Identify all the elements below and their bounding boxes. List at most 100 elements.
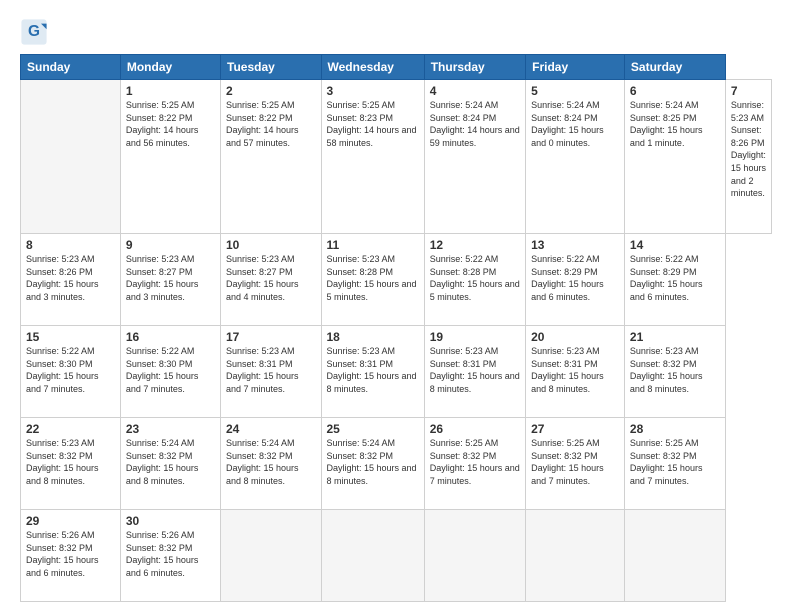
week-row-4: 29 Sunrise: 5:26 AMSunset: 8:32 PMDaylig… — [21, 510, 772, 602]
weekday-tuesday: Tuesday — [221, 55, 322, 80]
day-number: 8 — [26, 238, 115, 252]
day-cell-1-2: 10 Sunrise: 5:23 AMSunset: 8:27 PMDaylig… — [221, 234, 322, 326]
day-number: 15 — [26, 330, 115, 344]
day-cell-4-1: 30 Sunrise: 5:26 AMSunset: 8:32 PMDaylig… — [120, 510, 220, 602]
day-info: Sunrise: 5:26 AMSunset: 8:32 PMDaylight:… — [126, 529, 215, 579]
weekday-thursday: Thursday — [424, 55, 525, 80]
day-cell-1-4: 12 Sunrise: 5:22 AMSunset: 8:28 PMDaylig… — [424, 234, 525, 326]
weekday-friday: Friday — [526, 55, 625, 80]
day-info: Sunrise: 5:23 AMSunset: 8:31 PMDaylight:… — [226, 345, 316, 395]
day-info: Sunrise: 5:24 AMSunset: 8:32 PMDaylight:… — [226, 437, 316, 487]
day-cell-1-3: 11 Sunrise: 5:23 AMSunset: 8:28 PMDaylig… — [321, 234, 424, 326]
day-cell-4-3 — [321, 510, 424, 602]
day-cell-3-5: 27 Sunrise: 5:25 AMSunset: 8:32 PMDaylig… — [526, 418, 625, 510]
day-info: Sunrise: 5:23 AMSunset: 8:26 PMDaylight:… — [26, 253, 115, 303]
day-cell-2-6: 21 Sunrise: 5:23 AMSunset: 8:32 PMDaylig… — [624, 326, 725, 418]
day-cell-0-6: 6 Sunrise: 5:24 AMSunset: 8:25 PMDayligh… — [624, 80, 725, 234]
week-row-3: 22 Sunrise: 5:23 AMSunset: 8:32 PMDaylig… — [21, 418, 772, 510]
day-cell-3-4: 26 Sunrise: 5:25 AMSunset: 8:32 PMDaylig… — [424, 418, 525, 510]
day-info: Sunrise: 5:22 AMSunset: 8:30 PMDaylight:… — [126, 345, 215, 395]
day-info: Sunrise: 5:23 AMSunset: 8:28 PMDaylight:… — [327, 253, 419, 303]
day-cell-0-7: 7 Sunrise: 5:23 AMSunset: 8:26 PMDayligh… — [725, 80, 771, 234]
day-cell-3-1: 23 Sunrise: 5:24 AMSunset: 8:32 PMDaylig… — [120, 418, 220, 510]
day-info: Sunrise: 5:25 AMSunset: 8:22 PMDaylight:… — [126, 99, 215, 149]
day-info: Sunrise: 5:24 AMSunset: 8:32 PMDaylight:… — [327, 437, 419, 487]
weekday-row: SundayMondayTuesdayWednesdayThursdayFrid… — [21, 55, 772, 80]
day-number: 27 — [531, 422, 619, 436]
day-number: 5 — [531, 84, 619, 98]
day-number: 6 — [630, 84, 720, 98]
day-info: Sunrise: 5:23 AMSunset: 8:31 PMDaylight:… — [327, 345, 419, 395]
day-info: Sunrise: 5:23 AMSunset: 8:31 PMDaylight:… — [531, 345, 619, 395]
day-info: Sunrise: 5:24 AMSunset: 8:24 PMDaylight:… — [531, 99, 619, 149]
day-cell-1-5: 13 Sunrise: 5:22 AMSunset: 8:29 PMDaylig… — [526, 234, 625, 326]
day-info: Sunrise: 5:25 AMSunset: 8:32 PMDaylight:… — [430, 437, 520, 487]
day-info: Sunrise: 5:26 AMSunset: 8:32 PMDaylight:… — [26, 529, 115, 579]
day-info: Sunrise: 5:25 AMSunset: 8:22 PMDaylight:… — [226, 99, 316, 149]
day-number: 10 — [226, 238, 316, 252]
day-number: 9 — [126, 238, 215, 252]
day-number: 14 — [630, 238, 720, 252]
day-number: 18 — [327, 330, 419, 344]
day-cell-1-6: 14 Sunrise: 5:22 AMSunset: 8:29 PMDaylig… — [624, 234, 725, 326]
header: G — [20, 18, 772, 46]
day-cell-0-3: 3 Sunrise: 5:25 AMSunset: 8:23 PMDayligh… — [321, 80, 424, 234]
week-row-2: 15 Sunrise: 5:22 AMSunset: 8:30 PMDaylig… — [21, 326, 772, 418]
day-info: Sunrise: 5:24 AMSunset: 8:32 PMDaylight:… — [126, 437, 215, 487]
day-info: Sunrise: 5:22 AMSunset: 8:29 PMDaylight:… — [531, 253, 619, 303]
day-number: 23 — [126, 422, 215, 436]
day-cell-0-0 — [21, 80, 121, 234]
day-number: 1 — [126, 84, 215, 98]
day-cell-3-2: 24 Sunrise: 5:24 AMSunset: 8:32 PMDaylig… — [221, 418, 322, 510]
day-cell-0-1: 1 Sunrise: 5:25 AMSunset: 8:22 PMDayligh… — [120, 80, 220, 234]
day-info: Sunrise: 5:22 AMSunset: 8:30 PMDaylight:… — [26, 345, 115, 395]
day-info: Sunrise: 5:24 AMSunset: 8:24 PMDaylight:… — [430, 99, 520, 149]
day-number: 16 — [126, 330, 215, 344]
day-number: 20 — [531, 330, 619, 344]
day-info: Sunrise: 5:25 AMSunset: 8:32 PMDaylight:… — [630, 437, 720, 487]
day-number: 13 — [531, 238, 619, 252]
day-number: 11 — [327, 238, 419, 252]
weekday-monday: Monday — [120, 55, 220, 80]
day-cell-1-1: 9 Sunrise: 5:23 AMSunset: 8:27 PMDayligh… — [120, 234, 220, 326]
calendar: SundayMondayTuesdayWednesdayThursdayFrid… — [20, 54, 772, 602]
day-info: Sunrise: 5:23 AMSunset: 8:32 PMDaylight:… — [630, 345, 720, 395]
day-number: 26 — [430, 422, 520, 436]
day-number: 22 — [26, 422, 115, 436]
week-row-0: 1 Sunrise: 5:25 AMSunset: 8:22 PMDayligh… — [21, 80, 772, 234]
weekday-wednesday: Wednesday — [321, 55, 424, 80]
day-number: 21 — [630, 330, 720, 344]
day-number: 30 — [126, 514, 215, 528]
day-number: 25 — [327, 422, 419, 436]
weekday-sunday: Sunday — [21, 55, 121, 80]
page: G SundayMondayTuesdayWednesdayThursdayFr… — [0, 0, 792, 612]
day-number: 7 — [731, 84, 766, 98]
day-cell-2-0: 15 Sunrise: 5:22 AMSunset: 8:30 PMDaylig… — [21, 326, 121, 418]
day-number: 24 — [226, 422, 316, 436]
day-info: Sunrise: 5:25 AMSunset: 8:32 PMDaylight:… — [531, 437, 619, 487]
day-cell-2-2: 17 Sunrise: 5:23 AMSunset: 8:31 PMDaylig… — [221, 326, 322, 418]
day-number: 29 — [26, 514, 115, 528]
logo-icon: G — [20, 18, 48, 46]
day-number: 12 — [430, 238, 520, 252]
weekday-saturday: Saturday — [624, 55, 725, 80]
day-cell-0-4: 4 Sunrise: 5:24 AMSunset: 8:24 PMDayligh… — [424, 80, 525, 234]
day-number: 2 — [226, 84, 316, 98]
day-info: Sunrise: 5:23 AMSunset: 8:27 PMDaylight:… — [126, 253, 215, 303]
day-cell-4-4 — [424, 510, 525, 602]
day-info: Sunrise: 5:23 AMSunset: 8:27 PMDaylight:… — [226, 253, 316, 303]
week-row-1: 8 Sunrise: 5:23 AMSunset: 8:26 PMDayligh… — [21, 234, 772, 326]
day-info: Sunrise: 5:22 AMSunset: 8:28 PMDaylight:… — [430, 253, 520, 303]
svg-text:G: G — [28, 23, 40, 40]
day-cell-4-6 — [624, 510, 725, 602]
day-cell-1-0: 8 Sunrise: 5:23 AMSunset: 8:26 PMDayligh… — [21, 234, 121, 326]
day-cell-2-1: 16 Sunrise: 5:22 AMSunset: 8:30 PMDaylig… — [120, 326, 220, 418]
day-number: 17 — [226, 330, 316, 344]
day-cell-3-3: 25 Sunrise: 5:24 AMSunset: 8:32 PMDaylig… — [321, 418, 424, 510]
day-cell-2-3: 18 Sunrise: 5:23 AMSunset: 8:31 PMDaylig… — [321, 326, 424, 418]
day-info: Sunrise: 5:23 AMSunset: 8:31 PMDaylight:… — [430, 345, 520, 395]
day-info: Sunrise: 5:24 AMSunset: 8:25 PMDaylight:… — [630, 99, 720, 149]
day-cell-0-2: 2 Sunrise: 5:25 AMSunset: 8:22 PMDayligh… — [221, 80, 322, 234]
calendar-header: SundayMondayTuesdayWednesdayThursdayFrid… — [21, 55, 772, 80]
day-cell-4-0: 29 Sunrise: 5:26 AMSunset: 8:32 PMDaylig… — [21, 510, 121, 602]
